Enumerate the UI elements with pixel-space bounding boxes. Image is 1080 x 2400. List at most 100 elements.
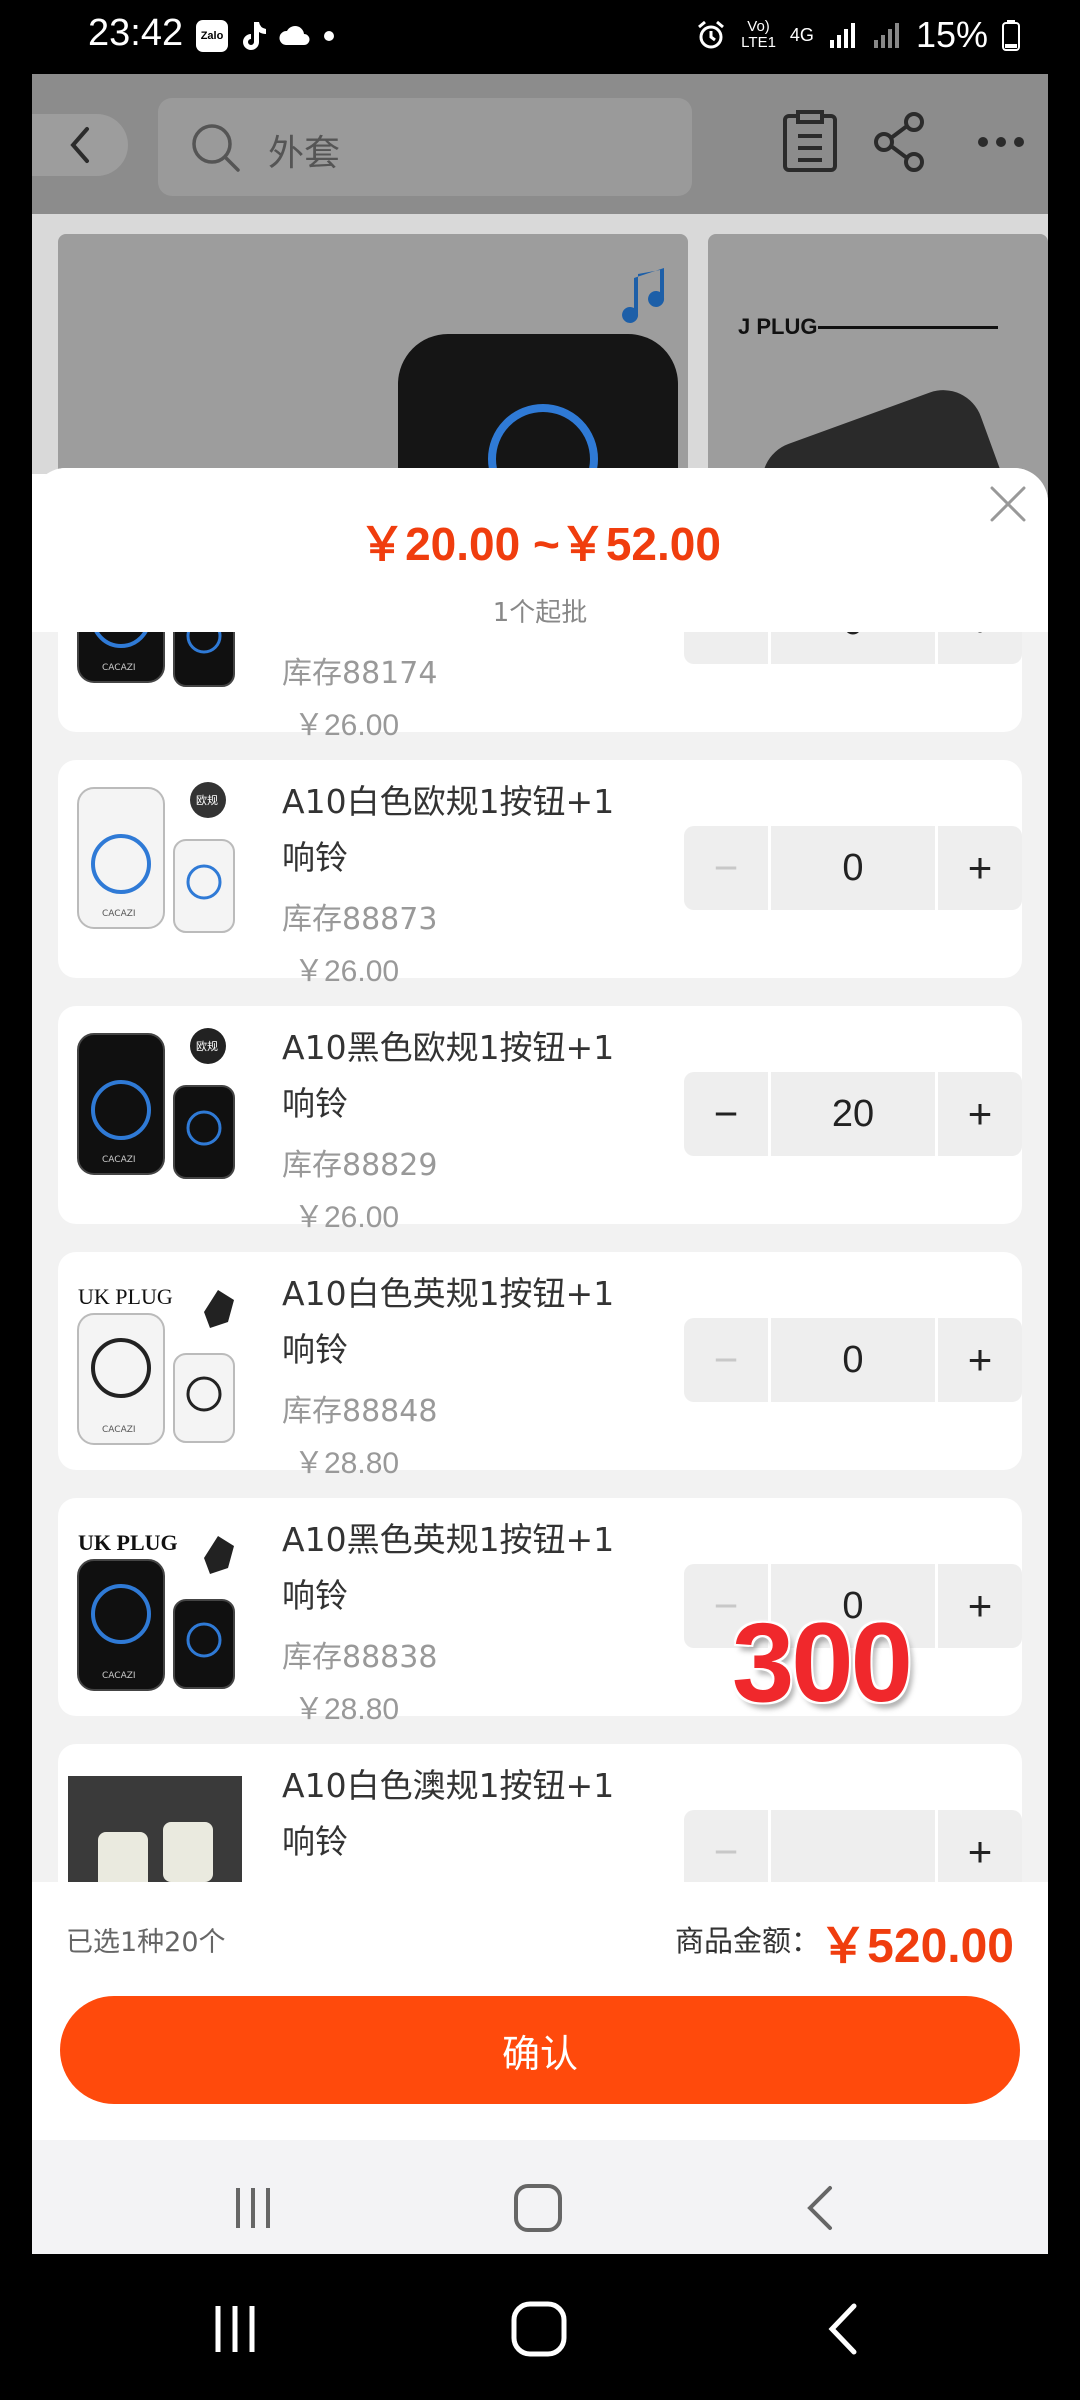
svg-text:CACAZI: CACAZI <box>102 1425 136 1435</box>
quantity-stepper: − + <box>684 1810 1022 1882</box>
app-window: J PLUG 外套 ￥20.00 ~￥52.00 1个起批 CACAZI 库存8… <box>32 74 1048 2254</box>
svg-text:欧规: 欧规 <box>196 1039 218 1053</box>
confirm-button[interactable]: 确认 <box>60 1996 1020 2104</box>
chevron-left-icon <box>70 127 89 163</box>
notification-icons: Zalo <box>196 20 336 52</box>
amount-label: 商品金额： <box>674 1924 820 1958</box>
decrement-button[interactable]: − <box>684 826 768 910</box>
svg-text:CACAZI: CACAZI <box>102 1155 136 1165</box>
decrement-button[interactable]: − <box>684 1810 768 1882</box>
search-icon <box>192 124 240 172</box>
back-button[interactable] <box>32 114 128 176</box>
home-icon[interactable] <box>510 2300 568 2358</box>
product-thumbnail: 欧规CACAZI <box>77 632 235 687</box>
sku-price: ￥26.00 <box>294 955 400 988</box>
decrement-button[interactable]: − <box>684 632 768 664</box>
increment-button[interactable]: + <box>938 1318 1022 1402</box>
increment-button[interactable]: + <box>938 1810 1022 1882</box>
quantity-input[interactable]: 20 <box>771 1072 935 1156</box>
home-icon[interactable] <box>512 2182 564 2234</box>
quantity-input[interactable]: 0 <box>771 826 935 910</box>
svg-text:欧规: 欧规 <box>196 793 218 807</box>
increment-button[interactable]: + <box>938 1072 1022 1156</box>
sku-card: 欧规 CACAZI A10白色欧规1按钮+1 响铃 库存88873 ￥26.00 −0 + <box>58 760 1022 988</box>
sku-price: ￥28.80 <box>294 1447 400 1480</box>
sku-stock: 库存88848 <box>282 1394 438 1429</box>
tiktok-icon <box>243 22 266 50</box>
status-time: 23:42 <box>88 12 184 54</box>
sku-name-line1: A10黑色英规1按钮+1 <box>282 1520 615 1559</box>
volte-indicator: Vo) LTE1 <box>741 18 776 51</box>
network-type: 4G <box>789 25 814 45</box>
cloud-icon <box>279 26 310 45</box>
decrement-button[interactable]: − <box>684 1072 768 1156</box>
sheet-footer: 已选1种20个 商品金额： ￥520.00 确认 <box>32 1882 1048 2254</box>
sku-stock: 库存88829 <box>282 1148 438 1183</box>
sku-name: A10白色澳规1按钮+1 响铃 <box>282 1758 642 1870</box>
plug-caption-line <box>818 326 998 329</box>
alarm-icon <box>698 20 725 49</box>
sku-name-line2: 响铃 <box>282 1084 348 1123</box>
back-icon[interactable] <box>800 2182 840 2234</box>
clipboard-icon[interactable] <box>780 110 840 174</box>
product-thumbnail: UK PLUG CACAZI <box>77 1284 235 1445</box>
recent-apps-icon[interactable] <box>228 2184 278 2232</box>
share-icon[interactable] <box>870 110 930 174</box>
quantity-stepper: −0+ <box>684 826 1022 910</box>
sku-price: ￥26.00 <box>294 709 400 742</box>
svg-text:CACAZI: CACAZI <box>102 909 136 919</box>
search-input[interactable]: 外套 <box>158 98 692 196</box>
increment-button[interactable]: + <box>938 1564 1022 1648</box>
search-placeholder: 外套 <box>268 133 341 174</box>
system-status: Vo) LTE1 4G 15% <box>695 14 1020 56</box>
status-bar: 23:42 Zalo Vo) LTE1 4G 15% <box>0 0 1080 74</box>
sku-name: A10黑色英规1按钮+1 响铃 <box>282 1512 642 1624</box>
sku-name-line1: A10白色欧规1按钮+1 <box>282 782 615 821</box>
quantity-input[interactable]: 0 <box>771 1318 935 1402</box>
system-nav-bar <box>0 2254 1080 2400</box>
svg-text:CACAZI: CACAZI <box>102 1671 136 1681</box>
music-note-icon <box>622 268 665 323</box>
sku-card: 欧规CACAZI响铃库存88174￥26.00−0+ <box>58 632 1022 742</box>
quantity-input[interactable] <box>771 1810 935 1882</box>
app-nav-bar <box>32 2140 1048 2254</box>
battery-icon <box>1002 20 1020 51</box>
zalo-icon: Zalo <box>196 20 228 52</box>
sku-name: A10白色欧规1按钮+1 响铃 <box>282 774 642 886</box>
quantity-stepper: −0+ <box>684 1318 1022 1402</box>
product-thumbnail <box>68 1776 242 1882</box>
decrement-button[interactable]: − <box>684 1318 768 1402</box>
more-icon[interactable] <box>976 130 1026 154</box>
sku-selection-sheet: ￥20.00 ~￥52.00 1个起批 欧规 CACAZI 响铃 库存88174 ￥26… <box>32 468 1048 2254</box>
top-bar: 外套 <box>32 74 1048 214</box>
increment-button[interactable]: + <box>938 826 1022 910</box>
svg-text:UK PLUG: UK PLUG <box>78 1284 173 1309</box>
product-thumbnail: UK PLUG CACAZI <box>77 1530 235 1691</box>
increment-button[interactable]: + <box>938 632 1022 664</box>
sku-card: 欧规 CACAZI A10黑色欧规1按钮+1 响铃库存88829 ￥26.00 −20 + <box>58 1006 1022 1234</box>
svg-text:UK PLUG: UK PLUG <box>78 1530 178 1555</box>
quantity-stepper: −0+ <box>684 632 1022 664</box>
battery-percent: 15% <box>915 14 988 55</box>
back-icon[interactable] <box>820 2300 864 2358</box>
sku-price: ￥28.80 <box>294 1693 400 1726</box>
sku-card: UK PLUG CACAZI A10白色英规1按钮+1 响铃库存88848 ￥28.80… <box>58 1252 1022 1480</box>
sku-name-line2: 响铃 <box>282 838 348 877</box>
quantity-stepper: −20 + <box>684 1072 1022 1156</box>
recent-apps-icon[interactable] <box>208 2302 262 2356</box>
amount-value: ￥520.00 <box>819 1920 1014 1973</box>
signal-icon-2 <box>873 23 899 48</box>
sku-price: ￥26.00 <box>294 1201 400 1234</box>
dot-icon <box>324 31 334 41</box>
close-icon[interactable] <box>986 482 1030 526</box>
quantity-input[interactable]: 0 <box>771 632 935 664</box>
price-range: ￥20.00 ~￥52.00 <box>359 518 721 570</box>
sku-name-line1: A10黑色欧规1按钮+1 <box>282 1028 615 1067</box>
sku-name: A10白色英规1按钮+1 响铃 <box>282 1266 642 1378</box>
sku-stock: 库存88838 <box>282 1640 438 1675</box>
product-thumbnail: 欧规 CACAZI <box>77 782 235 933</box>
min-order-text: 1个起批 <box>492 598 588 628</box>
plug-caption: J PLUG <box>738 314 818 339</box>
product-thumbnail: 欧规 CACAZI <box>77 1028 235 1179</box>
sku-name-line2: 响铃 <box>282 1330 348 1369</box>
